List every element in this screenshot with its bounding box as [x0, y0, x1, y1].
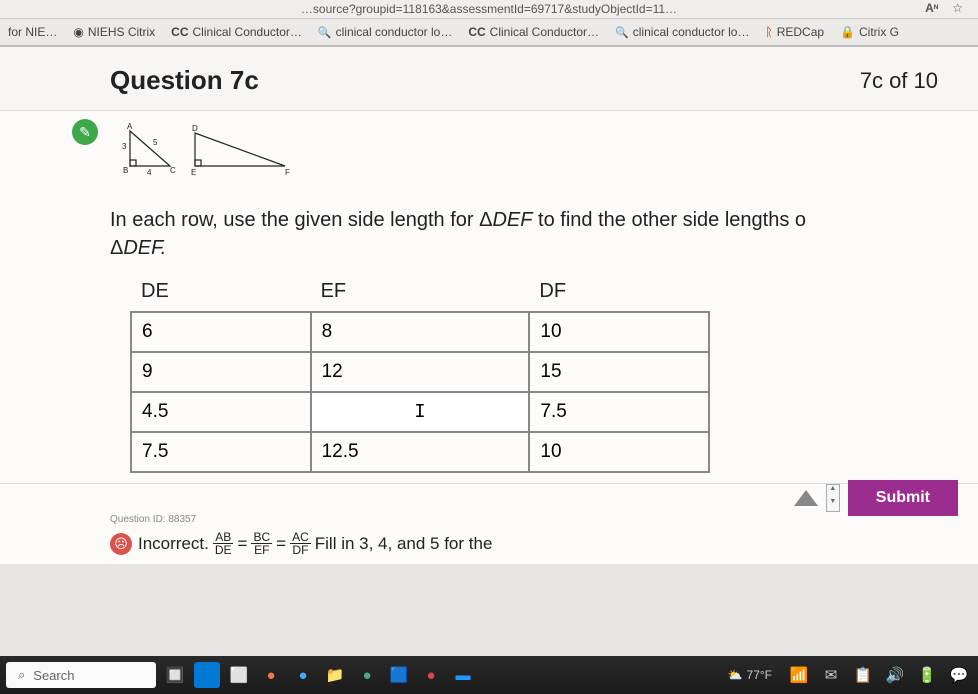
- lock-icon: 🔒: [840, 25, 855, 39]
- taskbar-app-icon[interactable]: 🟦: [386, 662, 412, 688]
- svg-text:F: F: [285, 168, 290, 177]
- feedback-tail: Fill in 3, 4, and 5 for the: [315, 534, 493, 554]
- taskbar-app-icon[interactable]: [194, 662, 220, 688]
- svg-text:E: E: [191, 168, 196, 177]
- search-icon: ⌕: [18, 667, 25, 683]
- question-counter: 7c of 10: [860, 68, 938, 94]
- taskbar-app-icon[interactable]: ●: [258, 662, 284, 688]
- bookmark-niehs-citrix[interactable]: ◉NIEHS Citrix: [73, 25, 155, 39]
- feedback-bar: ☹ Incorrect. ABDE = BCEF = ACDF Fill in …: [75, 527, 948, 564]
- fraction-ab-de: ABDE: [213, 531, 234, 556]
- taskbar-app-icon[interactable]: ●: [290, 662, 316, 688]
- feedback-label: Incorrect.: [138, 534, 209, 554]
- taskbar-app-icon[interactable]: ●: [418, 662, 444, 688]
- taskbar-app-icon[interactable]: ▬: [450, 662, 476, 688]
- question-prompt: In each row, use the given side length f…: [110, 206, 918, 262]
- tray-icon[interactable]: 📶: [786, 662, 812, 688]
- favorite-star-icon[interactable]: ☆: [952, 1, 963, 15]
- taskbar-app-icon[interactable]: ⬜: [226, 662, 252, 688]
- tray-icon[interactable]: 💬: [946, 662, 972, 688]
- taskbar-app-icon[interactable]: ●: [354, 662, 380, 688]
- browser-url-bar: …source?groupid=118163&assessmentId=6971…: [0, 0, 978, 19]
- svg-text:C: C: [170, 166, 176, 175]
- side-length-table: DE EF DF 6 8 10 9 12 15 4.5 I 7.5 7.5 12…: [130, 276, 710, 473]
- active-input-cell[interactable]: I: [311, 392, 530, 432]
- windows-taskbar: ⌕ Search 🔲 ⬜ ● ● 📁 ● 🟦 ● ▬ ⛅ 77°F 📶 ✉ 📋 …: [0, 656, 978, 694]
- header-df: DF: [529, 276, 709, 312]
- fraction-ac-df: ACDF: [290, 531, 311, 556]
- tray-icon[interactable]: 📋: [850, 662, 876, 688]
- bookmark-redcap[interactable]: ᚱREDCap: [765, 25, 824, 39]
- header-de: DE: [131, 276, 311, 312]
- search-icon: 🔍: [318, 26, 332, 39]
- triangle-diagram: A B C 3 4 5 D E F: [115, 121, 315, 181]
- tray-icon[interactable]: 🔊: [882, 662, 908, 688]
- redcap-icon: ᚱ: [765, 25, 772, 39]
- bookmark-clinical-conductor-lo-2[interactable]: 🔍clinical conductor lo…: [615, 25, 749, 39]
- svg-text:3: 3: [122, 142, 127, 151]
- weather-icon: ⛅: [728, 668, 743, 682]
- table-row: 7.5 12.5 10: [131, 432, 709, 472]
- read-aloud-icon[interactable]: Aᶰ: [925, 1, 938, 15]
- stepper-up-icon: ▲: [827, 485, 839, 498]
- table-row: 6 8 10: [131, 312, 709, 352]
- url-text: …source?groupid=118163&assessmentId=6971…: [301, 2, 677, 16]
- task-view-icon[interactable]: 🔲: [162, 662, 188, 688]
- nav-up-triangle-icon[interactable]: [794, 490, 818, 506]
- bookmark-for-nie[interactable]: for NIE…: [8, 25, 57, 39]
- bookmark-clinical-conductor-2[interactable]: CCClinical Conductor…: [468, 25, 599, 39]
- file-explorer-icon[interactable]: 📁: [322, 662, 348, 688]
- header-ef: EF: [311, 276, 530, 312]
- bookmark-clinical-conductor-1[interactable]: CCClinical Conductor…: [171, 25, 302, 39]
- tray-icon[interactable]: ✉: [818, 662, 844, 688]
- question-title: Question 7c: [110, 65, 259, 96]
- taskbar-search[interactable]: ⌕ Search: [6, 662, 156, 688]
- svg-text:B: B: [123, 166, 128, 175]
- svg-text:D: D: [192, 124, 198, 133]
- fraction-bc-ef: BCEF: [251, 531, 272, 556]
- edit-badge-icon: ✎: [72, 119, 98, 145]
- target-icon: ◉: [73, 25, 83, 39]
- weather-widget[interactable]: ⛅ 77°F: [728, 668, 772, 682]
- table-row: 4.5 I 7.5: [131, 392, 709, 432]
- nav-stepper[interactable]: ▲▼: [826, 484, 840, 512]
- incorrect-face-icon: ☹: [110, 533, 132, 555]
- bookmarks-bar: for NIE… ◉NIEHS Citrix CCClinical Conduc…: [0, 19, 978, 47]
- svg-text:A: A: [127, 122, 133, 131]
- svg-text:5: 5: [153, 138, 158, 147]
- bookmark-citrix[interactable]: 🔒Citrix G: [840, 25, 899, 39]
- table-row: 9 12 15: [131, 352, 709, 392]
- tray-icon[interactable]: 🔋: [914, 662, 940, 688]
- search-icon: 🔍: [615, 26, 629, 39]
- stepper-down-icon: ▼: [827, 498, 839, 511]
- submit-button[interactable]: Submit: [848, 480, 958, 516]
- question-header: Question 7c 7c of 10: [0, 47, 978, 110]
- bookmark-clinical-conductor-lo-1[interactable]: 🔍clinical conductor lo…: [318, 25, 452, 39]
- svg-text:4: 4: [147, 168, 152, 177]
- question-content: ✎ A B C 3 4 5 D E F In each row, use the…: [0, 110, 978, 483]
